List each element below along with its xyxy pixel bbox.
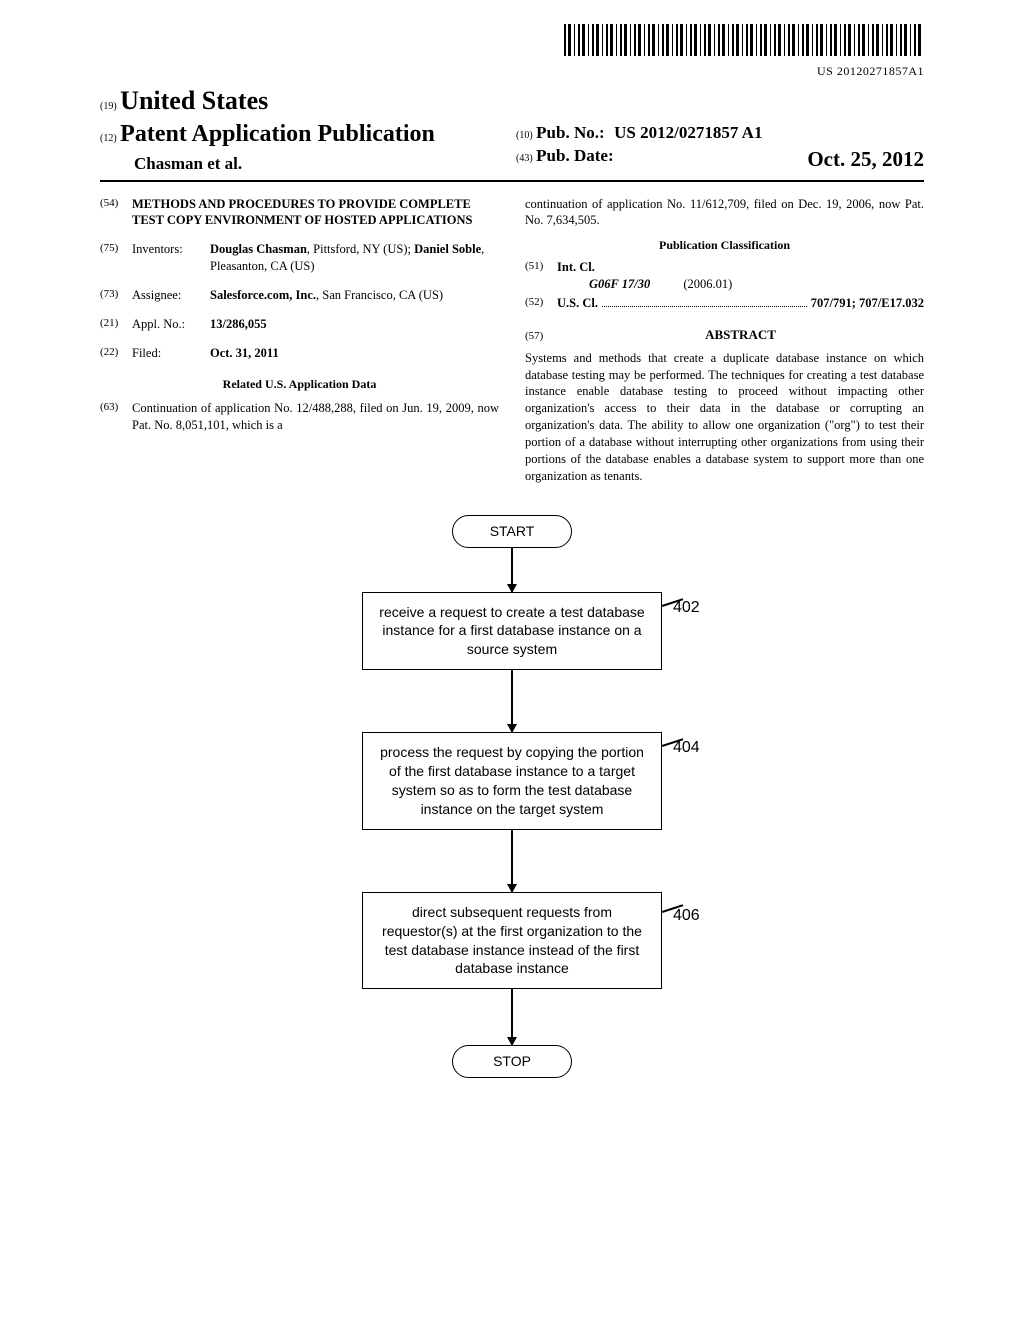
related-row: (63) Continuation of application No. 12/… [100, 400, 499, 434]
pub-date-line: (43) Pub. Date: Oct. 25, 2012 [516, 145, 924, 168]
inventors-row: (75) Inventors: Douglas Chasman, Pittsfo… [100, 241, 499, 275]
flowchart-stop: STOP [452, 1045, 572, 1078]
inventors-label: Inventors: [132, 241, 210, 258]
flowchart-step-404: process the request by copying the porti… [362, 732, 662, 830]
pub-no-line: (10) Pub. No.: US 2012/0271857 A1 [516, 122, 924, 145]
pub-type: Patent Application Publication [120, 121, 435, 147]
appl-value: 13/286,055 [210, 317, 267, 331]
intcl-label: Int. Cl. [557, 260, 595, 274]
flowchart-step-label: 406 [673, 905, 700, 927]
flowchart-step-402: receive a request to create a test datab… [362, 592, 662, 671]
filed-label: Filed: [132, 345, 210, 362]
pub-type-inid: (12) [100, 133, 117, 144]
intcl-class: G06F 17/30 [557, 277, 650, 291]
related-header: Related U.S. Application Data [100, 376, 499, 392]
flowchart-step-label: 402 [673, 597, 700, 619]
inventors-inid: (75) [100, 241, 132, 256]
flowchart-step-text: receive a request to create a test datab… [379, 604, 644, 658]
pub-date-label: Pub. Date: [536, 146, 613, 165]
pub-date-value: Oct. 25, 2012 [807, 145, 924, 173]
country-inid: (19) [100, 101, 117, 112]
filed-value: Oct. 31, 2011 [210, 346, 279, 360]
flowchart-arrow-icon [511, 830, 513, 892]
barcode-text: US 20120271857A1 [817, 64, 924, 78]
flowchart: START receive a request to create a test… [232, 515, 792, 1079]
flowchart-step-text: process the request by copying the porti… [380, 744, 644, 817]
country-name: United States [120, 86, 268, 115]
right-column: continuation of application No. 11/612,7… [525, 196, 924, 485]
pub-no-value: US 2012/0271857 A1 [608, 123, 762, 142]
barcode-graphic [564, 24, 924, 56]
related-continuation: continuation of application No. 11/612,7… [525, 196, 924, 230]
uscl-label: U.S. Cl. [557, 295, 598, 312]
flowchart-start: START [452, 515, 572, 548]
related-text: Continuation of application No. 12/488,2… [132, 400, 499, 434]
title-inid: (54) [100, 196, 132, 211]
country-line: (19) United States [100, 83, 508, 118]
filed-row: (22) Filed: Oct. 31, 2011 [100, 345, 499, 362]
uscl-dots [602, 306, 807, 307]
intcl-inid: (51) [525, 259, 557, 274]
flowchart-step-text: direct subsequent requests from requesto… [382, 904, 642, 977]
patent-title: METHODS AND PROCEDURES TO PROVIDE COMPLE… [132, 196, 499, 230]
assignee-label: Assignee: [132, 287, 210, 304]
title-row: (54) METHODS AND PROCEDURES TO PROVIDE C… [100, 196, 499, 230]
assignee-row: (73) Assignee: Salesforce.com, Inc., San… [100, 287, 499, 304]
intcl-date: (2006.01) [653, 277, 732, 291]
abstract-text: Systems and methods that create a duplic… [525, 350, 924, 485]
flowchart-arrow-icon [511, 989, 513, 1045]
barcode-region: US 20120271857A1 [100, 24, 924, 79]
abstract-header-row: (57) ABSTRACT [525, 318, 924, 350]
uscl-row: (52) U.S. Cl. 707/791; 707/E17.032 [525, 295, 924, 312]
abstract-header: ABSTRACT [557, 326, 924, 344]
appl-no-row: (21) Appl. No.: 13/286,055 [100, 316, 499, 333]
assignee-inid: (73) [100, 287, 132, 302]
flowchart-arrow-icon [511, 548, 513, 592]
flowchart-step-406: direct subsequent requests from requesto… [362, 892, 662, 990]
uscl-value: 707/791; 707/E17.032 [811, 295, 924, 312]
intcl-row: (51) Int. Cl. G06F 17/30 (2006.01) [525, 259, 924, 293]
abstract-inid: (57) [525, 329, 557, 344]
assignee-value: Salesforce.com, Inc., San Francisco, CA … [210, 287, 499, 304]
filed-inid: (22) [100, 345, 132, 360]
pub-no-inid: (10) [516, 130, 533, 141]
pub-type-line: (12) Patent Application Publication [100, 118, 508, 150]
flowchart-arrow-icon [511, 670, 513, 732]
bibliographic-section: (54) METHODS AND PROCEDURES TO PROVIDE C… [100, 196, 924, 485]
inventors-value: Douglas Chasman, Pittsford, NY (US); Dan… [210, 241, 499, 275]
left-column: (54) METHODS AND PROCEDURES TO PROVIDE C… [100, 196, 499, 485]
uscl-inid: (52) [525, 295, 557, 310]
authors-line: Chasman et al. [100, 153, 508, 176]
appl-inid: (21) [100, 316, 132, 331]
flowchart-step-label: 404 [673, 737, 700, 759]
appl-label: Appl. No.: [132, 316, 210, 333]
related-inid: (63) [100, 400, 132, 415]
pub-no-label: Pub. No.: [536, 123, 604, 142]
patent-header: (19) United States (12) Patent Applicati… [100, 83, 924, 181]
pub-date-inid: (43) [516, 153, 533, 164]
pub-class-header: Publication Classification [525, 237, 924, 253]
